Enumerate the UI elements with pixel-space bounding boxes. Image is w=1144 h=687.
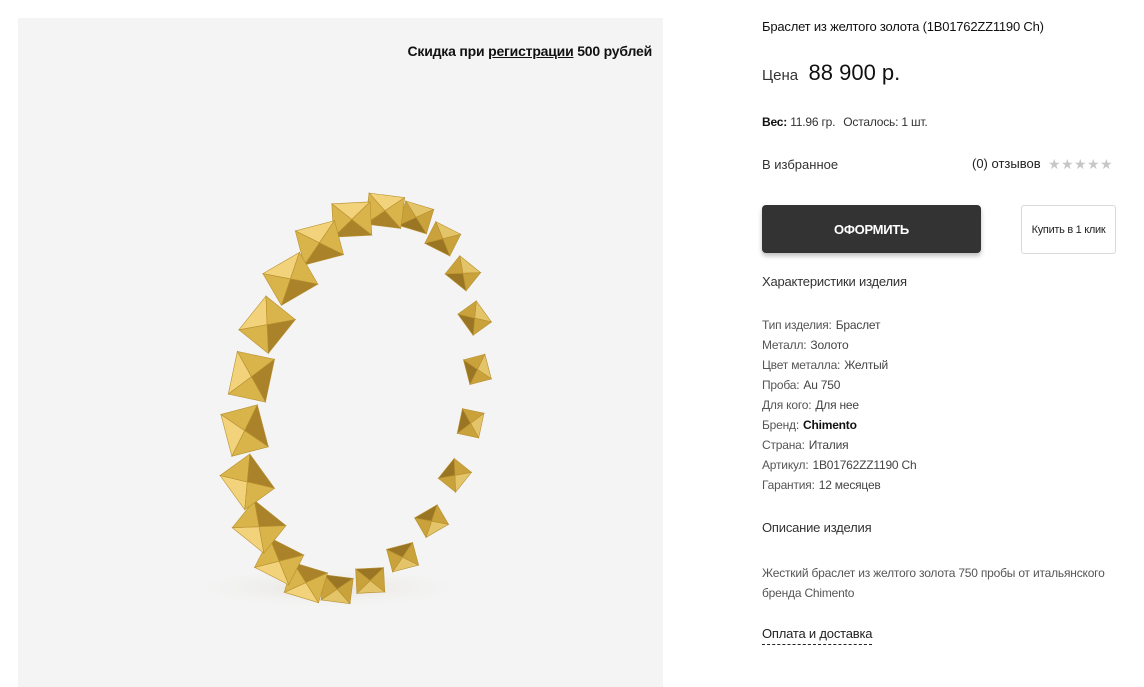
add-to-favorites-link[interactable]: В избранное xyxy=(762,157,838,172)
star-icon[interactable]: ★ xyxy=(1048,155,1061,173)
star-icon[interactable]: ★ xyxy=(1087,155,1100,173)
brand-link[interactable]: Chimento xyxy=(803,418,857,432)
spec-row: Бренд: Chimento xyxy=(762,417,916,437)
spec-value: Браслет xyxy=(835,318,881,332)
spec-value: Италия xyxy=(808,438,849,452)
description-title: Описание изделия xyxy=(762,520,872,535)
star-icon[interactable]: ★ xyxy=(1100,155,1113,173)
product-meta: Вес: 11.96 гр. Осталось: 1 шт. xyxy=(762,115,928,129)
spec-row: Артикул: 1B01762ZZ1190 Ch xyxy=(762,457,917,477)
spec-key: Для кого: xyxy=(762,398,812,412)
star-icon[interactable]: ★ xyxy=(1061,155,1074,173)
product-title: Браслет из желтого золота (1B01762ZZ1190… xyxy=(762,19,1044,34)
spec-key: Проба: xyxy=(762,378,800,392)
reviews-count-link[interactable]: (0) отзывов xyxy=(972,156,1041,171)
stock-text: Осталось: 1 шт. xyxy=(843,115,928,129)
product-page: Скидка при регистрации 500 рублей Брасле… xyxy=(0,0,1144,687)
spec-value: Для нее xyxy=(815,398,859,412)
bracelet-image xyxy=(178,192,493,610)
spec-row: Гарантия: 12 месяцев xyxy=(762,477,916,497)
price-row: Цена 88 900 р. xyxy=(762,60,900,86)
spec-key: Бренд: xyxy=(762,418,799,432)
spec-value: 1B01762ZZ1190 Ch xyxy=(812,458,917,472)
spec-key: Артикул: xyxy=(762,458,809,472)
specs-title: Характеристики изделия xyxy=(762,274,907,289)
spec-value: Au 750 xyxy=(803,378,841,392)
spec-key: Страна: xyxy=(762,438,805,452)
weight-value: 11.96 гр. xyxy=(790,115,836,129)
price-label: Цена xyxy=(762,67,799,84)
weight-label: Вес: xyxy=(762,115,788,129)
spec-row: Проба: Au 750 xyxy=(762,377,916,397)
spec-key: Тип изделия: xyxy=(762,318,832,332)
buy-one-click-button[interactable]: Купить в 1 клик xyxy=(1021,205,1116,254)
order-button[interactable]: ОФОРМИТЬ xyxy=(762,205,981,253)
spec-row: Страна: Италия xyxy=(762,437,916,457)
rating-stars: ★★★★★ xyxy=(1048,155,1113,174)
payment-delivery-link[interactable]: Оплата и доставка xyxy=(762,626,872,645)
spec-key: Цвет металла: xyxy=(762,358,841,372)
spec-value: Желтый xyxy=(844,358,889,372)
spec-row: Тип изделия: Браслет xyxy=(762,317,916,337)
spec-row: Для кого: Для нее xyxy=(762,397,916,417)
spec-row: Цвет металла: Желтый xyxy=(762,357,916,377)
spec-key: Гарантия: xyxy=(762,478,815,492)
spec-row: Металл: Золото xyxy=(762,337,916,357)
spec-value: Золото xyxy=(810,338,849,352)
description-text: Жесткий браслет из желтого золота 750 пр… xyxy=(762,566,1105,600)
star-icon[interactable]: ★ xyxy=(1074,155,1087,173)
spec-value: 12 месяцев xyxy=(818,478,881,492)
specs-list: Тип изделия: Браслет Металл: Золото Цвет м… xyxy=(762,317,917,497)
price-value: 88 900 р. xyxy=(808,60,901,85)
spec-key: Металл: xyxy=(762,338,807,352)
product-image-panel: Скидка при регистрации 500 рублей xyxy=(18,18,663,687)
